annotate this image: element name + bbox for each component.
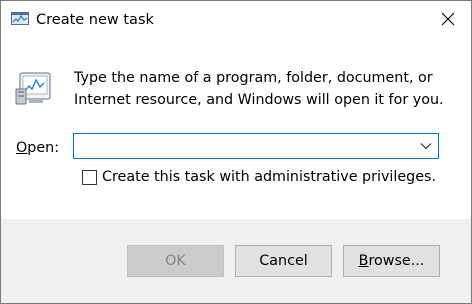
open-combobox[interactable] [73, 133, 439, 159]
browse-label-text: rowse... [368, 253, 425, 269]
admin-privileges-label[interactable]: Create this task with administrative pri… [102, 168, 436, 186]
open-label-accelerator: O [16, 140, 28, 156]
task-manager-icon [11, 12, 29, 25]
browse-button[interactable]: Browse... [343, 245, 440, 277]
ok-button[interactable]: OK [127, 245, 224, 277]
title-bar: Create new task [1, 1, 471, 39]
dialog-content: Type the name of a program, folder, docu… [1, 39, 471, 219]
browse-accelerator: B [358, 253, 369, 269]
chevron-down-icon [420, 143, 432, 150]
close-icon [441, 12, 455, 26]
open-label-text: pen: [27, 140, 60, 156]
create-new-task-dialog: Create new task Type the name of a progr… [0, 0, 472, 304]
open-dropdown-button[interactable] [416, 134, 436, 158]
open-label: Open: [16, 139, 59, 157]
admin-privileges-option[interactable]: Create this task with administrative pri… [82, 168, 436, 186]
dialog-description: Type the name of a program, folder, docu… [74, 70, 444, 108]
run-program-icon [15, 72, 51, 105]
button-bar: OK Cancel Browse... [1, 219, 471, 303]
close-button[interactable] [425, 1, 471, 37]
cancel-button[interactable]: Cancel [235, 245, 332, 277]
open-input[interactable] [74, 134, 414, 158]
admin-privileges-checkbox[interactable] [82, 169, 97, 185]
window-title: Create new task [36, 12, 154, 28]
